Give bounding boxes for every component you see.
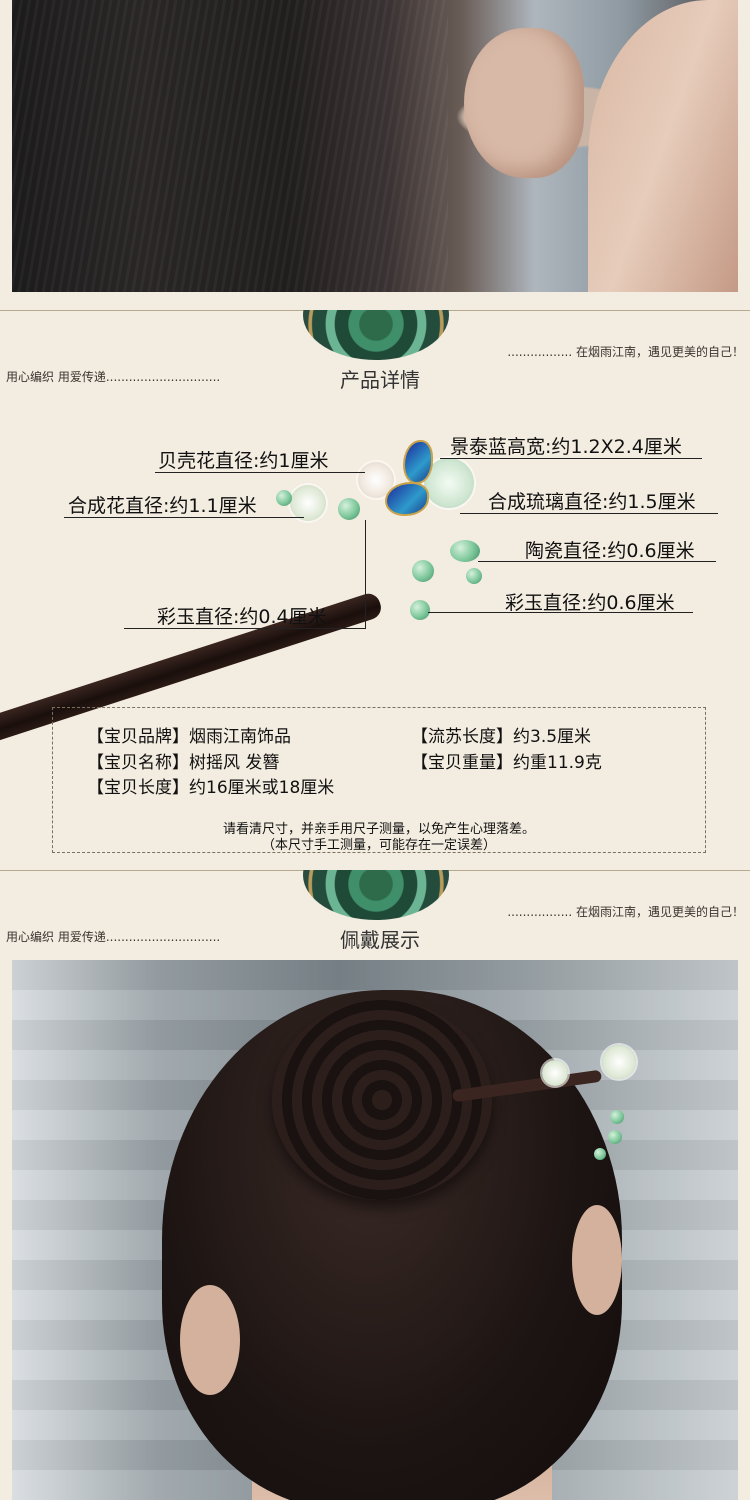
jade-bead	[412, 560, 434, 582]
hair-closeup-photo	[12, 0, 738, 292]
ear-right	[572, 1205, 622, 1315]
spec-tassel-length: 【流苏长度】约3.5厘米	[411, 727, 592, 747]
hand	[588, 0, 738, 292]
leader-line	[155, 472, 365, 473]
annotation-shell-flower: 贝壳花直径:约1厘米	[158, 450, 329, 472]
annotation-colored-jade-left: 彩玉直径:约0.4厘米	[157, 606, 327, 628]
section-title-wear: 佩戴展示	[340, 928, 420, 952]
hairpin-diagram: 贝壳花直径:约1厘米 景泰蓝高宽:约1.2X2.4厘米 合成花直径:约1.1厘米…	[0, 420, 750, 746]
ear	[464, 28, 584, 178]
leader-line	[365, 520, 366, 628]
leader-line	[64, 517, 304, 518]
annotation-synthetic-flower: 合成花直径:约1.1厘米	[68, 495, 257, 517]
spec-brand: 【宝贝品牌】烟雨江南饰品	[87, 727, 291, 747]
spec-box: 【宝贝品牌】烟雨江南饰品 【宝贝名称】树摇风 发簪 【宝贝长度】约16厘米或18…	[52, 707, 706, 853]
leader-line	[428, 612, 693, 613]
hair-texture	[12, 0, 448, 292]
section-title-details: 产品详情	[340, 368, 420, 392]
annotation-ceramic: 陶瓷直径:约0.6厘米	[525, 540, 695, 562]
annotation-colored-jade-right: 彩玉直径:约0.6厘米	[505, 592, 675, 614]
annotation-synthetic-glass: 合成琉璃直径:约1.5厘米	[488, 491, 696, 513]
jade-bead	[410, 600, 430, 620]
wearing-demo-photo	[12, 960, 738, 1500]
leader-line	[478, 561, 716, 562]
ceramic-bead	[466, 568, 482, 584]
slogan-right: ................. 在烟雨江南，遇见更美的自己！	[507, 345, 744, 359]
product-detail-page: ................. 在烟雨江南，遇见更美的自己！ 用心编织 用爱…	[0, 0, 750, 1500]
details-section-header: ................. 在烟雨江南，遇见更美的自己！ 用心编织 用爱…	[0, 310, 750, 392]
annotation-cloisonne: 景泰蓝高宽:约1.2X2.4厘米	[450, 436, 682, 458]
wear-section-header: ................. 在烟雨江南，遇见更美的自己！ 用心编织 用爱…	[0, 870, 750, 952]
spec-length: 【宝贝长度】约16厘米或18厘米	[87, 778, 335, 798]
slogan-right: ................. 在烟雨江南，遇见更美的自己！	[507, 905, 744, 919]
synthetic-flower	[290, 485, 326, 521]
measurement-disclaimer: （本尺寸手工测量，可能存在一定误差）	[261, 838, 496, 853]
leader-line	[124, 628, 366, 629]
pin-bead	[610, 1110, 624, 1124]
jade-bead	[338, 498, 360, 520]
ceramic-bead	[450, 540, 480, 562]
ornament-medallion-icon	[303, 870, 449, 920]
leader-line	[440, 458, 702, 459]
leader-line	[460, 513, 718, 514]
pin-bead	[594, 1148, 606, 1160]
pin-flower	[602, 1045, 636, 1079]
ornament-medallion-icon	[303, 310, 449, 360]
spec-weight: 【宝贝重量】约重11.9克	[411, 753, 602, 773]
spec-name: 【宝贝名称】树摇风 发簪	[87, 753, 280, 773]
pin-bead	[608, 1130, 622, 1144]
ear-left	[180, 1285, 240, 1395]
cloisonne-butterfly-icon	[385, 432, 445, 522]
jade-bead	[276, 490, 292, 506]
pin-flower	[542, 1060, 568, 1086]
